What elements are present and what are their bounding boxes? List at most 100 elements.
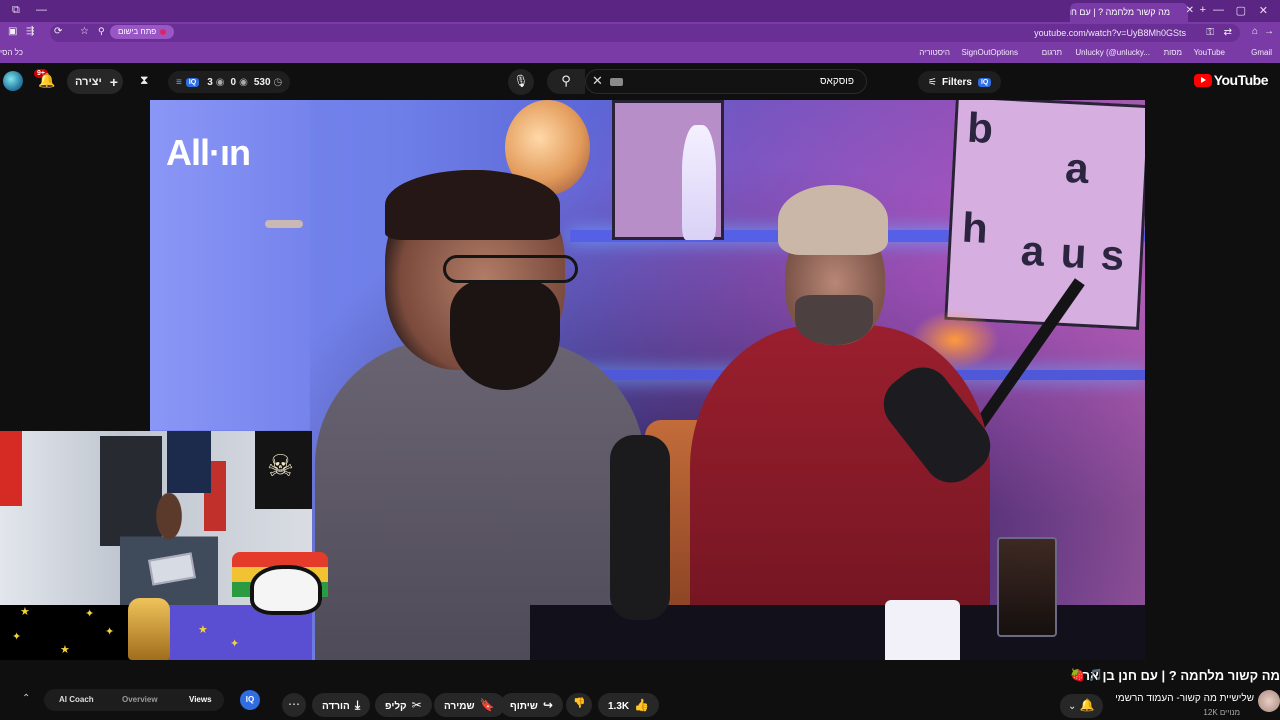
door-handle	[265, 220, 303, 228]
account-avatar[interactable]	[3, 71, 23, 91]
star-icon: ✦	[230, 638, 240, 650]
streamer	[120, 491, 218, 605]
search-page-icon[interactable]: ⚲	[98, 26, 105, 37]
mug	[885, 600, 960, 660]
lion-emblem	[250, 565, 322, 615]
sidebar-icon[interactable]: ⇶	[26, 26, 34, 37]
poster-letter: u	[1059, 228, 1088, 278]
voice-search-mic-icon[interactable]: 🎙	[508, 69, 534, 95]
window-minimize-icon[interactable]: —	[1213, 4, 1224, 16]
like-count: 1.3K	[608, 701, 630, 712]
clear-search-icon[interactable]: ✕	[592, 73, 603, 89]
iq-badge[interactable]: IQ	[240, 690, 260, 710]
search-value: פוסקאס	[820, 76, 854, 87]
list-icon: ≡	[176, 76, 182, 88]
download-button[interactable]: הורדה ⤓	[312, 693, 371, 717]
tab-views[interactable]: Views	[189, 695, 212, 704]
minimize-icon[interactable]: —	[36, 4, 47, 16]
share-icon: ↪	[542, 698, 553, 712]
browser-tab[interactable]: מה קשור מלחמה ? | עם חנן בן ארי (76	[1070, 3, 1188, 22]
poster-letter: a	[1064, 143, 1090, 193]
bookmark-star-icon[interactable]: ☆	[80, 26, 89, 37]
bookmark-gmail[interactable]: Gmail	[1251, 48, 1272, 57]
subscription-bell-button[interactable]: ⌄ 🔔	[1060, 694, 1103, 718]
home-icon[interactable]: ⌂	[1252, 26, 1258, 37]
stat-count: 3	[207, 76, 213, 88]
bookmark-unlucky[interactable]: Unlucky (@unlucky...	[1075, 48, 1150, 57]
channel-name[interactable]: שלישיית מה קשור- העמוד הרשמי	[1115, 693, 1254, 704]
dislike-button[interactable]: 👎	[566, 693, 593, 717]
reload-icon[interactable]: ⟳	[54, 26, 62, 37]
notifications-bell-icon[interactable]: 🔔	[38, 72, 55, 89]
youtube-header: 9+ 🔔 יצירה + ⧗ ≡ IQ 3 ◉ 0 ◉ 530 ◷ 🎙 ⚲ ✕ …	[0, 63, 1280, 100]
search-input[interactable]: ✕ פוסקאס	[585, 69, 867, 94]
create-label: יצירה	[75, 75, 102, 88]
subscriber-count: 12K מנויים	[1203, 708, 1240, 717]
video-title: מה קשור מלחמה ? | עם חנן בן ארי	[1078, 668, 1280, 683]
bookmark-masot[interactable]: מסות	[1164, 48, 1182, 57]
bookmark-all[interactable]: כל הסי	[0, 48, 23, 57]
bookmark-history[interactable]: היסטוריה	[919, 48, 950, 57]
save-label: שמירה	[444, 701, 475, 712]
site-settings-icon[interactable]: ⇄	[1224, 27, 1232, 38]
create-button[interactable]: יצירה +	[67, 69, 123, 94]
filters-button[interactable]: ⚟ Filters IQ	[918, 71, 1002, 93]
clip-button[interactable]: קליפ ✂	[375, 693, 432, 717]
more-options-icon[interactable]: ⋯	[282, 693, 306, 717]
hourglass-icon[interactable]: ⧗	[140, 73, 148, 88]
thumbs-down-icon: 👎	[573, 698, 586, 709]
host-person	[315, 170, 645, 660]
thumbs-up-icon: 👍	[634, 698, 650, 712]
sliders-icon: ⚟	[928, 76, 937, 88]
youtube-logo[interactable]: YouTube	[1193, 72, 1269, 88]
tab-close-icon[interactable]: ✕	[1186, 5, 1194, 16]
search-button[interactable]: ⚲	[547, 69, 585, 94]
back-icon[interactable]: →	[1264, 26, 1274, 37]
iq-icon: IQ	[185, 77, 200, 87]
save-button[interactable]: שמירה 🔖	[434, 693, 505, 717]
like-button[interactable]: 1.3K 👍	[598, 693, 660, 717]
tab-ai-coach[interactable]: AI Coach	[59, 695, 94, 704]
star-icon: ★	[20, 606, 30, 618]
video-watermark: All·ın	[166, 132, 251, 173]
chip-dot-icon	[160, 28, 167, 35]
stats-pill[interactable]: ≡ IQ 3 ◉ 0 ◉ 530 ◷	[168, 71, 291, 93]
channel-avatar[interactable]	[1258, 690, 1280, 712]
tab-title: מה קשור מלחמה ? | עם חנן בן ארי (76	[1070, 7, 1170, 17]
share-label: שיתוף	[510, 701, 538, 712]
bookmark-icon: 🔖	[479, 698, 495, 712]
poster-letter: s	[1099, 230, 1126, 280]
filters-label: Filters	[941, 76, 972, 88]
chevron-up-icon[interactable]: ⌃	[22, 693, 30, 704]
extensions-icon[interactable]: ▣	[8, 26, 17, 37]
stat-likes: 0	[230, 76, 237, 88]
star-icon: ✦	[85, 608, 95, 620]
bookmark-translate[interactable]: תרגום	[1042, 48, 1062, 57]
tab-overview[interactable]: Overview	[122, 695, 158, 704]
keyboard-icon[interactable]	[610, 78, 623, 86]
window-menu-icon[interactable]: ⧉	[12, 4, 20, 17]
insights-tabs: AI Coach Overview Views	[44, 689, 224, 711]
pirate-flag	[255, 431, 312, 509]
youtube-play-icon	[1193, 74, 1212, 87]
microphone	[610, 435, 670, 620]
drink-glass	[997, 537, 1057, 637]
iq-icon: IQ	[977, 77, 992, 87]
eye-icon: ◉	[215, 76, 225, 88]
new-tab-icon[interactable]: +	[1200, 4, 1206, 16]
share-button[interactable]: שיתוף ↪	[500, 693, 563, 717]
window-close-icon[interactable]: ✕	[1259, 4, 1268, 17]
bookmark-signout[interactable]: SignOutOptions	[962, 48, 1018, 57]
red-banner	[0, 431, 22, 506]
scissors-icon: ✂	[411, 698, 422, 712]
secure-lock-icon[interactable]: ⚿	[1206, 27, 1214, 38]
browser-tab-bar: ⧉ — מה קשור מלחמה ? | עם חנן בן ארי (76 …	[0, 0, 1280, 22]
download-label: הורדה	[322, 701, 350, 712]
bookmark-youtube[interactable]: YouTube	[1194, 48, 1225, 57]
profile-chip[interactable]: פתח בישום	[110, 25, 175, 39]
lamp-decoration	[128, 598, 170, 660]
address-field[interactable]: ⟳ ☆ ⚲ פתח בישום youtube.com/watch?v=UyB8…	[50, 24, 1240, 42]
window-restore-icon[interactable]: ▢	[1236, 4, 1246, 17]
url-text: youtube.com/watch?v=UyB8Mh0GSts	[1034, 28, 1186, 38]
download-icon: ⤓	[354, 698, 361, 712]
